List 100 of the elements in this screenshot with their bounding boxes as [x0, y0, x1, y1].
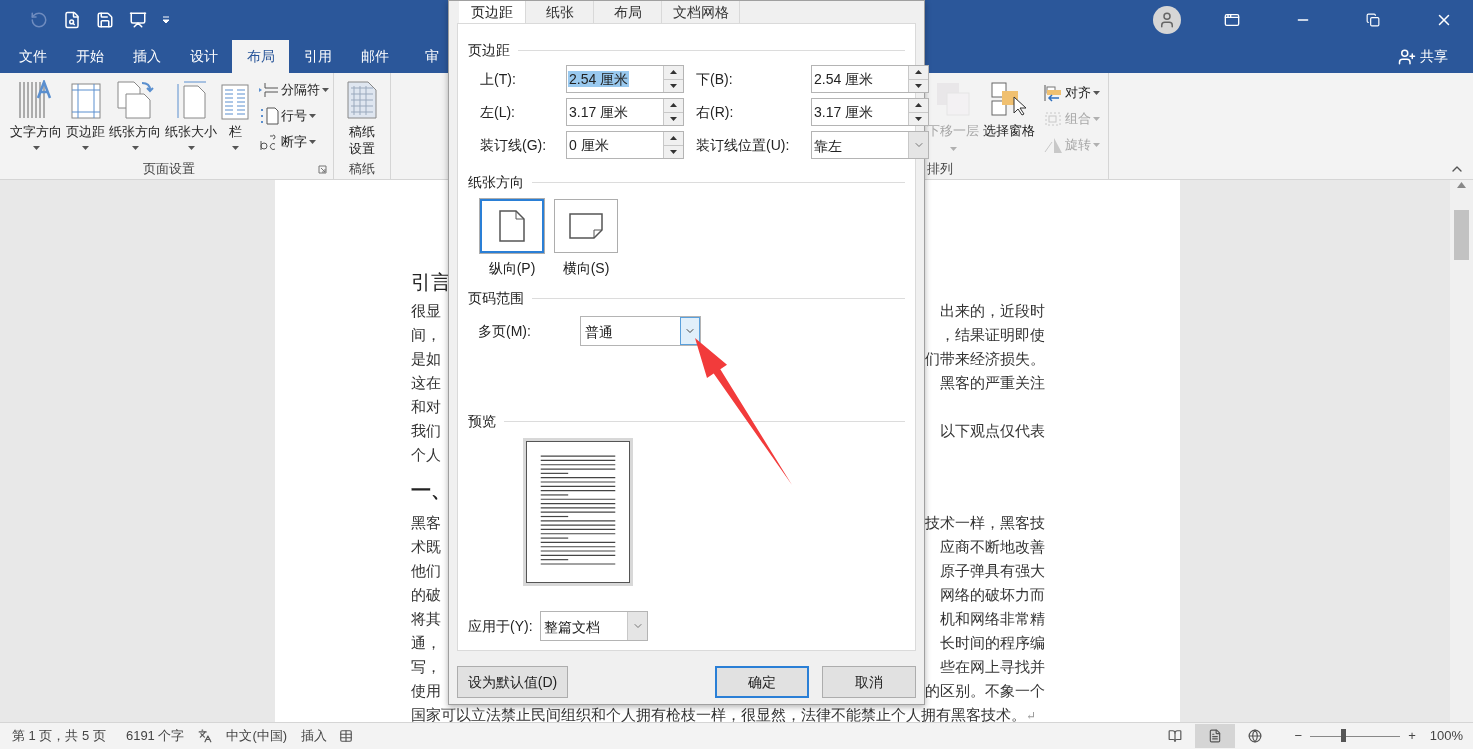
ribbon-tab[interactable]: 审: [403, 40, 460, 73]
heading: 一、: [411, 477, 451, 504]
dropdown-field[interactable]: 整篇文档: [540, 611, 648, 641]
spin-field[interactable]: 2.54 厘米: [811, 65, 929, 93]
text-fragment: 网络的破坏力而: [940, 584, 1045, 606]
share-button[interactable]: 共享: [1398, 40, 1448, 73]
dialog-tab[interactable]: 布局: [594, 1, 662, 23]
text-fragment: 原子弹具有强大: [940, 560, 1045, 582]
ribbon-small-button[interactable]: 对齐: [1043, 81, 1100, 105]
text-fragment: 间，: [411, 324, 441, 346]
ribbon-button[interactable]: 文字方向: [8, 78, 64, 159]
dialog-tab[interactable]: 文档网格: [662, 1, 740, 23]
ribbon-tab[interactable]: 布局: [232, 40, 289, 73]
avatar-icon[interactable]: [1153, 6, 1181, 34]
ribbon-tab[interactable]: 插入: [118, 40, 175, 73]
ribbon-tab[interactable]: 邮件: [346, 40, 403, 73]
spin-field[interactable]: 3.17 厘米: [811, 98, 929, 126]
spin-field[interactable]: 2.54 厘米: [566, 65, 684, 93]
word-count[interactable]: 6191 个字: [125, 726, 185, 746]
macro-icon[interactable]: [339, 729, 354, 743]
spin-arrows-icon[interactable]: [908, 99, 928, 125]
zoom-in-button[interactable]: +: [1408, 726, 1416, 746]
text-fragment: 术既: [411, 536, 441, 558]
ribbon-button[interactable]: 页边距: [64, 78, 107, 159]
field-label: 装订线位置(U):: [696, 135, 791, 155]
grid-paper-icon: [346, 80, 378, 120]
text-fragment: 应商不断地改善: [940, 536, 1045, 558]
field-label: 左(L):: [480, 102, 516, 122]
breaks-icon: [259, 82, 279, 98]
orientation-option[interactable]: [480, 199, 544, 253]
spin-arrows-icon[interactable]: [908, 66, 928, 92]
save-icon[interactable]: [96, 11, 114, 29]
ribbon-button[interactable]: 选择窗格: [981, 81, 1037, 159]
text-fragment: 是如: [411, 348, 441, 370]
zoom-out-button[interactable]: −: [1294, 726, 1303, 746]
dialog-launcher-icon[interactable]: [318, 164, 327, 174]
presentation-icon[interactable]: [129, 11, 147, 29]
zoom-thumb[interactable]: [1341, 729, 1347, 742]
ribbon-tab[interactable]: 引用: [289, 40, 346, 73]
view-button[interactable]: [1194, 724, 1235, 748]
caret-icon: [1093, 143, 1100, 147]
scroll-up-icon[interactable]: [1457, 182, 1466, 188]
ribbon-button[interactable]: 纸张方向: [107, 78, 163, 159]
text-fragment: 使用: [411, 680, 441, 702]
customize-caret-icon[interactable]: [162, 16, 170, 24]
align-icon: [1043, 84, 1063, 102]
dialog-button[interactable]: 确定: [715, 666, 809, 698]
caret-icon: [1093, 91, 1100, 95]
field-label: 右(R):: [696, 102, 735, 122]
ribbon-tab[interactable]: 设计: [175, 40, 232, 73]
caret-icon: [949, 146, 957, 151]
orientation-option[interactable]: [554, 199, 618, 253]
print-preview-icon[interactable]: [63, 11, 81, 29]
ribbon-small-button[interactable]: 分隔符: [259, 78, 329, 102]
ribbon-button[interactable]: 稿纸设置: [338, 78, 386, 159]
dialog-tab[interactable]: 纸张: [526, 1, 594, 23]
spin-arrows-icon[interactable]: [663, 132, 683, 158]
ribbon-small-button[interactable]: 断字: [259, 130, 329, 154]
chevron-down-icon: [680, 317, 700, 345]
proofing-icon[interactable]: [198, 729, 213, 743]
orientation-label: 纵向(P): [488, 259, 536, 278]
field-label: 应用于(Y):: [468, 616, 534, 636]
language-indicator[interactable]: 中文(中国): [226, 726, 288, 746]
selection-pane-icon: [990, 81, 1028, 117]
ribbon-button[interactable]: 栏: [219, 78, 251, 159]
field-label: 下(B):: [696, 69, 734, 89]
dialog-button[interactable]: 设为默认值(D): [457, 666, 568, 698]
spin-arrows-icon[interactable]: [663, 66, 683, 92]
spin-arrows-icon[interactable]: [663, 99, 683, 125]
caret-icon: [309, 140, 316, 144]
dropdown-field[interactable]: 靠左: [811, 131, 929, 159]
dialog-button[interactable]: 取消: [822, 666, 916, 698]
section-title: 页边距: [468, 40, 510, 60]
text-fragment: 黑客的严重关注: [940, 372, 1045, 394]
insert-mode[interactable]: 插入: [301, 726, 328, 746]
spin-field[interactable]: 0 厘米: [566, 131, 684, 159]
orientation-label: 横向(S): [562, 259, 610, 278]
zoom-slider[interactable]: [1310, 729, 1401, 743]
text-fragment: ，结果证明即使: [940, 324, 1045, 346]
dialog-tab[interactable]: 页边距: [459, 1, 526, 23]
heading: 引言: [411, 269, 451, 296]
page-count[interactable]: 第 1 页，共 5 页: [12, 726, 106, 746]
group-label: 页面设置: [142, 160, 195, 179]
text-fragment: 他们: [411, 560, 441, 582]
zoom-level[interactable]: 100%: [1429, 726, 1463, 746]
ribbon-display-icon[interactable]: [1224, 12, 1240, 28]
caret-icon: [187, 146, 195, 150]
rotate-icon: [1043, 136, 1063, 154]
restore-icon[interactable]: [1366, 13, 1380, 27]
ribbon-tab[interactable]: 开始: [61, 40, 118, 73]
text-fragment: 我们: [411, 420, 441, 442]
spin-field[interactable]: 3.17 厘米: [566, 98, 684, 126]
ribbon-small-button[interactable]: 行号: [259, 104, 329, 128]
ribbon-tab[interactable]: 文件: [4, 40, 61, 73]
scrollbar-thumb[interactable]: [1454, 210, 1469, 260]
text-fragment: 出来的，近段时: [940, 300, 1045, 322]
scrollbar[interactable]: [1450, 180, 1473, 722]
group-label: 稿纸: [349, 160, 375, 179]
ribbon-button[interactable]: 纸张大小: [163, 78, 219, 159]
dropdown-field[interactable]: 普通: [580, 316, 701, 346]
